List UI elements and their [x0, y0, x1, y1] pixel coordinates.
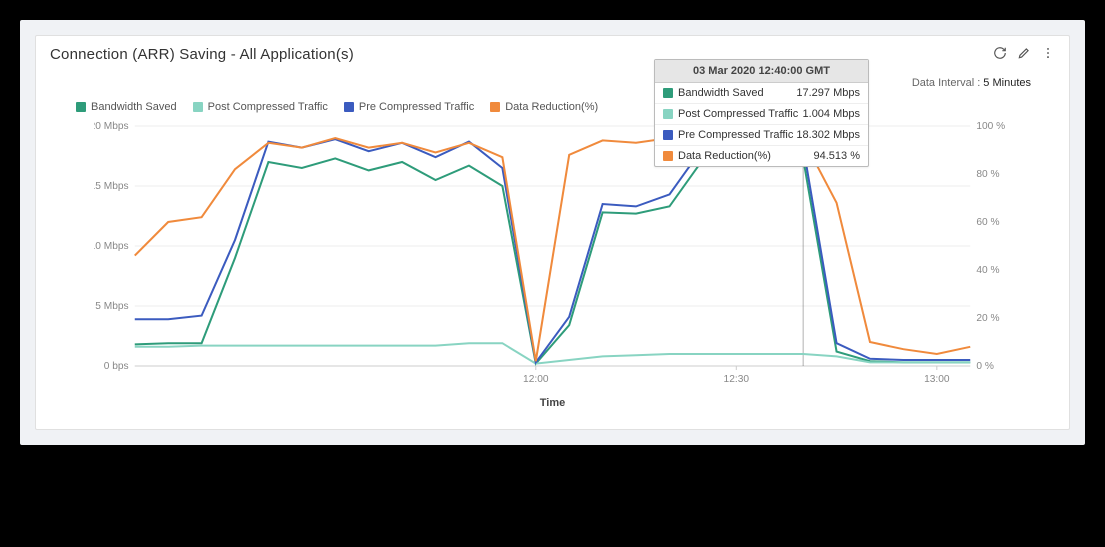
tooltip-row: Post Compressed Traffic1.004 Mbps — [655, 104, 868, 125]
legend-swatch — [490, 102, 500, 112]
card-header: Connection (ARR) Saving - All Applicatio… — [36, 36, 1069, 77]
legend-swatch — [193, 102, 203, 112]
svg-text:100 %: 100 % — [976, 121, 1005, 132]
legend-item[interactable]: Data Reduction(%) — [490, 101, 598, 113]
tooltip-row: Bandwidth Saved17.297 Mbps — [655, 83, 868, 104]
data-interval: Data Interval : 5 Minutes — [54, 77, 1051, 97]
refresh-icon[interactable] — [993, 46, 1007, 63]
legend-label: Pre Compressed Traffic — [359, 101, 474, 113]
chart-card: Connection (ARR) Saving - All Applicatio… — [35, 35, 1070, 430]
interval-value: 5 Minutes — [983, 77, 1031, 89]
edit-icon[interactable] — [1017, 46, 1031, 63]
chart-svg: 0 bps 5 Mbps 10 Mbps 15 Mbps 20 Mbps 0 % 20 % 4… — [94, 121, 1011, 391]
tooltip-timestamp: 03 Mar 2020 12:40:00 GMT — [655, 60, 868, 83]
chart-body: Data Interval : 5 Minutes Bandwidth Save… — [36, 77, 1069, 429]
svg-text:15 Mbps: 15 Mbps — [94, 181, 129, 192]
svg-text:12:30: 12:30 — [724, 374, 750, 385]
svg-text:20 %: 20 % — [976, 313, 999, 324]
legend-swatch — [344, 102, 354, 112]
svg-text:10 Mbps: 10 Mbps — [94, 241, 129, 252]
legend-label: Data Reduction(%) — [505, 101, 598, 113]
legend-label: Bandwidth Saved — [91, 101, 177, 113]
legend-label: Post Compressed Traffic — [208, 101, 328, 113]
chart-tooltip: 03 Mar 2020 12:40:00 GMT Bandwidth Saved… — [654, 59, 869, 167]
svg-text:0 bps: 0 bps — [104, 361, 129, 372]
card-title: Connection (ARR) Saving - All Applicatio… — [50, 46, 354, 63]
svg-text:60 %: 60 % — [976, 217, 999, 228]
svg-text:20 Mbps: 20 Mbps — [94, 121, 129, 132]
svg-text:0 %: 0 % — [976, 361, 994, 372]
svg-text:5 Mbps: 5 Mbps — [95, 301, 128, 312]
tooltip-row: Pre Compressed Traffic18.302 Mbps — [655, 125, 868, 146]
svg-text:40 %: 40 % — [976, 265, 999, 276]
interval-label: Data Interval : — [912, 77, 980, 89]
x-axis-label: Time — [54, 397, 1051, 409]
card-actions — [993, 46, 1055, 63]
tooltip-row: Data Reduction(%)94.513 % — [655, 146, 868, 166]
legend-item[interactable]: Pre Compressed Traffic — [344, 101, 474, 113]
svg-text:12:00: 12:00 — [523, 374, 549, 385]
svg-text:13:00: 13:00 — [924, 374, 950, 385]
more-icon[interactable] — [1041, 46, 1055, 63]
legend-swatch — [76, 102, 86, 112]
plot-area[interactable]: 0 bps 5 Mbps 10 Mbps 15 Mbps 20 Mbps 0 % 20 % 4… — [94, 121, 1011, 391]
legend: Bandwidth Saved Post Compressed Traffic Pr… — [54, 97, 1051, 121]
legend-item[interactable]: Post Compressed Traffic — [193, 101, 328, 113]
svg-text:80 %: 80 % — [976, 169, 999, 180]
legend-item[interactable]: Bandwidth Saved — [76, 101, 177, 113]
